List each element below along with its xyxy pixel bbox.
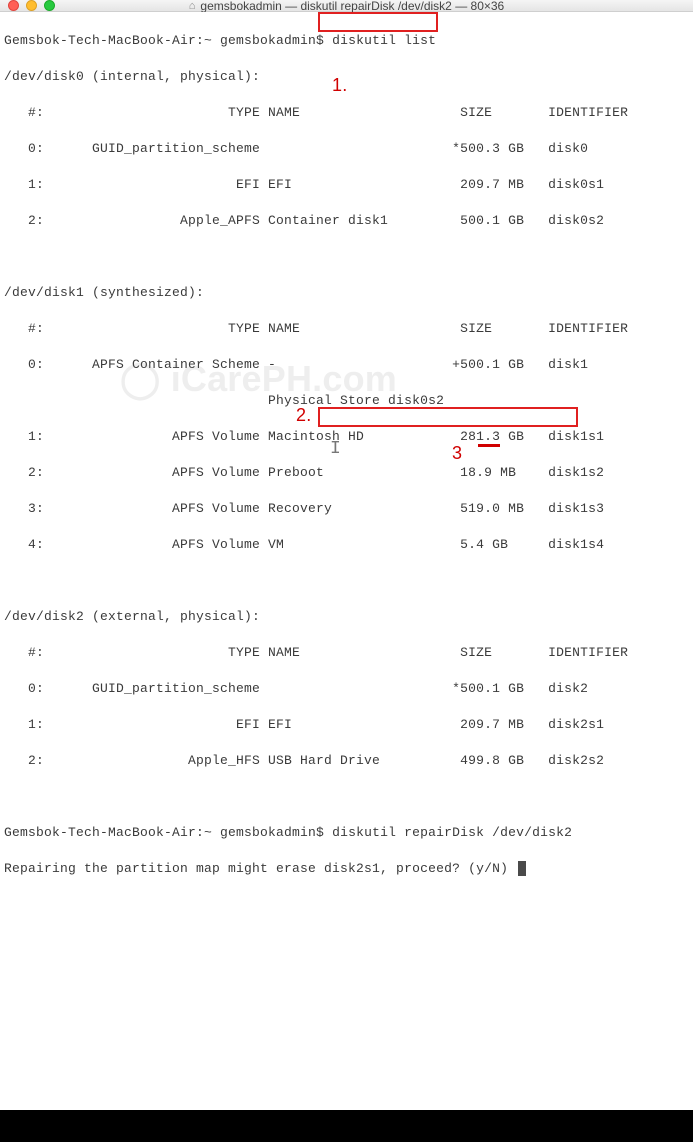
prompt-line-2: Gemsbok-Tech-MacBook-Air:~ gemsbokadmin$… [4, 824, 689, 842]
blank [4, 248, 689, 266]
cursor [518, 861, 526, 876]
disk0-row: 1: EFI EFI 209.7 MB disk0s1 [4, 176, 689, 194]
dark-lower-area [0, 1110, 693, 1142]
disk2-cols: #: TYPE NAME SIZE IDENTIFIER [4, 644, 689, 662]
highlight-box-2 [318, 407, 578, 427]
disk2-header: /dev/disk2 (external, physical): [4, 608, 689, 626]
disk2-row: 1: EFI EFI 209.7 MB disk2s1 [4, 716, 689, 734]
traffic-lights [8, 0, 55, 11]
terminal-window: ⌂ gemsbokadmin — diskutil repairDisk /de… [0, 0, 693, 571]
window-title: ⌂ gemsbokadmin — diskutil repairDisk /de… [189, 0, 504, 13]
disk1-header: /dev/disk1 (synthesized): [4, 284, 689, 302]
titlebar: ⌂ gemsbokadmin — diskutil repairDisk /de… [0, 0, 693, 12]
disk2-row: 2: Apple_HFS USB Hard Drive 499.8 GB dis… [4, 752, 689, 770]
prompt-prefix: Gemsbok-Tech-MacBook-Air:~ gemsbokadmin$ [4, 33, 332, 48]
disk0-row: 2: Apple_APFS Container disk1 500.1 GB d… [4, 212, 689, 230]
disk1-row: Physical Store disk0s2 [4, 392, 689, 410]
prompt-prefix: Gemsbok-Tech-MacBook-Air:~ gemsbokadmin$ [4, 825, 332, 840]
minimize-button[interactable] [26, 0, 37, 11]
annot-number-3: 3 [452, 444, 462, 462]
confirm-line: Repairing the partition map might erase … [4, 860, 689, 878]
blank [4, 572, 689, 590]
highlight-box-1 [318, 12, 438, 32]
disk1-row: 0: APFS Container Scheme - +500.1 GB dis… [4, 356, 689, 374]
disk0-header: /dev/disk0 (internal, physical): [4, 68, 689, 86]
confirm-text: Repairing the partition map might erase … [4, 861, 516, 876]
cmd-diskutil-repairdisk: diskutil repairDisk /dev/disk2 [332, 825, 572, 840]
disk1-cols: #: TYPE NAME SIZE IDENTIFIER [4, 320, 689, 338]
home-icon: ⌂ [189, 0, 196, 12]
terminal-body[interactable]: Gemsbok-Tech-MacBook-Air:~ gemsbokadmin$… [0, 12, 693, 1142]
disk2-row: 0: GUID_partition_scheme *500.1 GB disk2 [4, 680, 689, 698]
maximize-button[interactable] [44, 0, 55, 11]
disk1-row: 3: APFS Volume Recovery 519.0 MB disk1s3 [4, 500, 689, 518]
blank [4, 788, 689, 806]
window-title-text: gemsbokadmin — diskutil repairDisk /dev/… [200, 0, 504, 13]
disk1-row: 4: APFS Volume VM 5.4 GB disk1s4 [4, 536, 689, 554]
prompt-line-1: Gemsbok-Tech-MacBook-Air:~ gemsbokadmin$… [4, 32, 689, 50]
disk0-row: 0: GUID_partition_scheme *500.3 GB disk0 [4, 140, 689, 158]
cmd-diskutil-list: diskutil list [332, 33, 436, 48]
disk0-cols: #: TYPE NAME SIZE IDENTIFIER [4, 104, 689, 122]
close-button[interactable] [8, 0, 19, 11]
disk1-row: 1: APFS Volume Macintosh HD 281.3 GB dis… [4, 428, 689, 446]
disk1-row: 2: APFS Volume Preboot 18.9 MB disk1s2 [4, 464, 689, 482]
